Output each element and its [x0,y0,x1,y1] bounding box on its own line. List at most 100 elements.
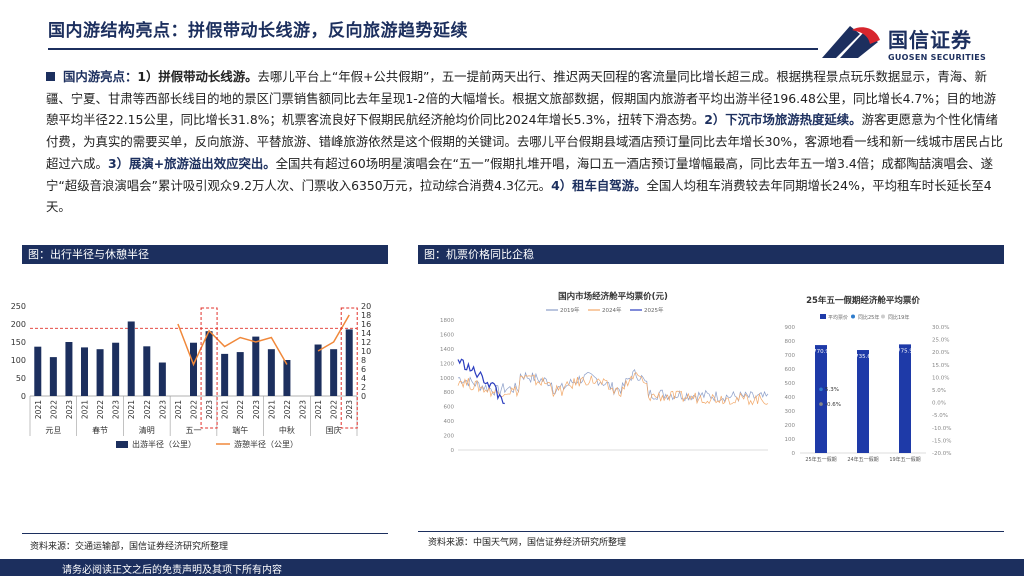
left-figure-title: 图：出行半径与休憩半径 [22,245,388,264]
x-tick-label: 2023 [112,400,121,419]
bar-y-right-tick-label: 10.0% [932,375,949,381]
x-tick-label: 2022 [49,400,58,419]
section-label: 国内游亮点： [63,69,138,84]
x-tick-label: 2021 [127,400,136,419]
x-tick-label: 2022 [236,400,245,419]
y-right-tick-label: 8 [361,356,366,365]
travel-radius-chart: 050100150200250024681012141618202021 2022… [11,302,371,449]
bar-travel-radius [221,353,229,396]
y-left-tick-label: 100 [11,356,26,365]
bar-y-right-tick-label: 5.0% [932,388,946,394]
footer-bar: 请务必阅读正文之后的免责声明及其项下所有内容 [0,559,1024,576]
x-group-label: 中秋 [279,425,295,435]
bar-legend-label: 同比25年 [858,314,879,321]
bar-travel-radius [190,342,197,396]
bar-travel-radius [236,352,244,396]
bar-travel-radius [158,362,166,396]
x-group-label: 清明 [139,425,155,435]
left-source-note: 资料来源：交通运输部，国信证券经济研究所整理 [30,542,229,552]
fare-bar [815,345,827,453]
legend-label-bar: 出游半径（公里） [132,439,196,449]
line-y-tick-label: 1400 [440,347,454,353]
bar-travel-radius [283,360,291,396]
fare-bar-category-label: 24年五一假期 [847,456,878,463]
line-legend-label: 2024年 [602,306,622,314]
fare-series-line [457,358,505,405]
bar-travel-radius [65,342,73,396]
bar-travel-radius [112,342,120,396]
bar-travel-radius [143,346,151,396]
line-legend-label: 2019年 [560,306,580,314]
footer-disclaimer: 请务必阅读正文之后的免责声明及其项下所有内容 [62,565,282,576]
x-tick-label: 2021 [267,400,276,419]
line-y-tick-label: 1800 [440,318,454,324]
bar-travel-radius [252,336,260,396]
line-y-tick-label: 400 [444,419,455,425]
bar-y-right-tick-label: -20.0% [932,451,951,457]
bar-legend-label: 同比19年 [888,314,909,321]
line-y-tick-label: 0 [451,448,455,454]
point-heading-2: 2）下沉市场旅游热度延续。 [704,112,862,128]
y-right-tick-label: 2 [361,383,366,392]
bar-travel-radius [267,349,275,396]
x-tick-label: 2022 [190,400,199,419]
bar-legend-swatch [820,314,826,319]
x-tick-label: 2022 [330,400,339,419]
bar-y-right-tick-label: 20.0% [932,350,949,356]
right-source-note: 资料来源：中国天气网，国信证券经济研究所整理 [428,538,627,548]
x-tick-label: 2022 [143,400,152,419]
x-tick-label: 2021 [221,400,230,419]
x-tick-label: 2023 [65,400,74,419]
bar-travel-radius [81,347,88,396]
x-tick-label: 2021 [34,400,43,419]
bar-legend-swatch [851,314,855,319]
x-group-label: 元旦 [45,426,61,435]
y-right-tick-label: 4 [361,374,366,383]
x-tick-label: 2022 [283,400,292,419]
line-rest-radius [317,314,350,352]
y-right-tick-label: 10 [361,347,371,356]
bar-y-left-tick-label: 200 [785,423,796,429]
bar-y-left-tick-label: 700 [785,353,796,359]
bar-y-left-tick-label: 800 [785,339,796,345]
yoy-point [819,387,823,392]
x-tick-label: 2023 [158,400,167,419]
line-y-tick-label: 1600 [440,332,454,338]
title-bar: 国内游结构亮点：拼假带动长线游，反向旅游趋势延续 [48,16,768,48]
line-y-tick-label: 1200 [440,361,454,367]
bar-travel-radius [34,346,42,396]
point-heading-4: 4）租车自驾游。 [551,177,647,193]
body-paragraph: 国内游亮点：1）拼假带动长线游。去哪儿平台上“年假+公共假期”，五一提前两天出行… [46,66,1006,218]
yoy-point-label: -0.6% [825,402,841,408]
bar-travel-radius [345,329,353,396]
x-tick-label: 2021 [81,400,90,419]
y-right-tick-label: 16 [361,320,371,329]
bar-y-right-tick-label: -10.0% [932,426,951,432]
fare-bar [899,344,911,453]
x-group-label: 端午 [232,425,248,435]
bar-legend-swatch [881,314,885,319]
y-left-tick-label: 0 [21,392,26,401]
bar-y-right-tick-label: 0.0% [932,401,946,407]
y-left-tick-label: 250 [11,302,26,311]
x-tick-label: 2023 [205,400,214,419]
bar-y-left-tick-label: 900 [785,325,796,331]
bullet-square-icon [46,72,55,81]
x-tick-label: 2023 [345,400,354,419]
fare-bar-value-label: 770.9 [813,349,829,355]
y-right-tick-label: 6 [361,365,366,374]
line-y-tick-label: 200 [444,434,455,440]
x-group-label: 五一 [186,426,202,435]
left-source-divider [22,533,388,534]
fare-bar-value-label: 775.9 [897,348,913,354]
x-tick-label: 2021 [174,400,183,419]
fare-bar [857,350,869,453]
y-left-tick-label: 200 [11,320,26,329]
bar-travel-radius [205,331,213,396]
bar-y-right-tick-label: 25.0% [932,338,949,344]
line-y-tick-label: 600 [444,405,455,411]
page-title: 国内游结构亮点：拼假带动长线游，反向旅游趋势延续 [48,21,468,41]
yoy-point-label: 5.3% [825,387,839,393]
bar-legend-label: 平均票价 [828,314,848,321]
bar-travel-radius [49,357,57,396]
